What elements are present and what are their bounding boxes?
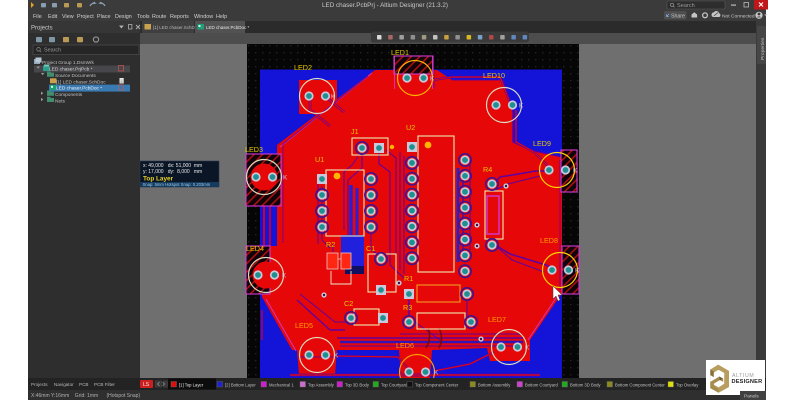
svg-text:Route: Route [152,14,166,20]
svg-text:[1] LED chaser.SchDoc: [1] LED chaser.SchDoc [56,79,106,85]
svg-text:Top Assembly: Top Assembly [308,382,335,387]
svg-text:[2] Bottom Layer: [2] Bottom Layer [225,382,256,387]
svg-text:Projects: Projects [31,26,53,32]
svg-text:Share: Share [671,14,685,20]
svg-text:K: K [434,370,439,377]
svg-text:[1] LED chaser.SchDoc: [1] LED chaser.SchDoc [153,25,200,30]
svg-text:Components: Components [55,92,83,98]
svg-text:View: View [62,14,74,20]
svg-text:Not Connected: Not Connected [722,13,755,19]
svg-text:LED4: LED4 [246,244,264,253]
svg-text:Window: Window [194,14,213,20]
svg-text:Source Documents: Source Documents [55,73,96,79]
svg-text:Snap: 5mm Hotspot Snap: 0.203m: Snap: 5mm Hotspot Snap: 0.203mm [143,182,211,187]
svg-text:File: File [33,14,42,20]
svg-text:K: K [525,345,530,352]
svg-text:Bottom Courtyard: Bottom Courtyard [525,382,558,387]
svg-text:LED2: LED2 [294,63,312,72]
svg-text:LED chaser.PrjPcb *: LED chaser.PrjPcb * [49,67,93,73]
svg-text:Panels: Panels [744,394,759,400]
svg-text:Top Component Center: Top Component Center [415,382,459,387]
svg-text:LS: LS [143,382,150,388]
svg-text:PCB Filter: PCB Filter [94,382,115,387]
svg-text:Bottom Assembly: Bottom Assembly [478,382,511,387]
svg-text:Place: Place [97,14,111,20]
svg-text:K: K [575,268,580,275]
svg-text:LED10: LED10 [483,71,505,80]
svg-text:Nets: Nets [55,98,65,104]
svg-text:X:46mm Y:16mm Grid: 1mm: X:46mm Y:16mm Grid: 1mm (Hotspot Snap) [31,393,140,399]
svg-text:LED6: LED6 [396,341,414,350]
svg-text:Reports: Reports [170,14,189,20]
svg-text:LED chaser.PcbDoc *: LED chaser.PcbDoc * [206,25,250,30]
svg-text:C1: C1 [366,244,375,253]
svg-text:Mechanical 1: Mechanical 1 [269,382,294,387]
svg-text:R4: R4 [483,165,492,174]
svg-text:y: 17,000 dy: 8,000 mm: y: 17,000 dy: 8,000 mm [143,169,202,175]
svg-text:K: K [519,103,524,110]
svg-text:Edit: Edit [48,14,58,20]
svg-text:LED5: LED5 [295,321,313,330]
svg-text:R1: R1 [404,274,413,283]
svg-text:LED chaser.PcbDoc *: LED chaser.PcbDoc * [56,86,102,92]
svg-text:LED9: LED9 [533,139,551,148]
svg-text:Project: Project [77,14,94,20]
svg-text:Top Courtyard: Top Courtyard [381,382,408,387]
svg-text:Top Overlay: Top Overlay [676,382,699,387]
svg-text:Design: Design [115,14,132,20]
svg-text:PCB: PCB [79,382,88,387]
svg-text:R2: R2 [326,240,335,249]
svg-text:Bottom Component Center: Bottom Component Center [615,382,665,387]
svg-text:Properties: Properties [760,37,766,60]
svg-text:LED8: LED8 [540,236,558,245]
svg-text:Tools: Tools [137,14,150,20]
svg-text:Search: Search [677,3,695,9]
svg-text:Navigator: Navigator [54,382,74,387]
svg-text:LED1: LED1 [391,48,409,57]
svg-text:C2: C2 [344,299,353,308]
svg-text:LED chaser.PcbPrj - Altium Des: LED chaser.PcbPrj - Altium Designer (21.… [322,2,448,9]
svg-text:Search: Search [44,48,61,54]
svg-text:K: K [430,76,435,83]
svg-text:DESIGNER: DESIGNER [732,379,763,385]
svg-text:J1: J1 [351,127,359,136]
svg-text:K: K [573,168,578,175]
svg-text:K: K [331,94,336,101]
svg-text:Projects: Projects [31,382,48,387]
svg-text:LED3: LED3 [245,145,263,154]
svg-text:K: K [282,273,287,280]
svg-text:Top 3D Body: Top 3D Body [345,382,370,387]
svg-text:U2: U2 [406,123,415,132]
svg-text:Bottom 3D Body: Bottom 3D Body [570,382,601,387]
svg-text:K: K [283,175,288,182]
svg-text:[1] Top Layer: [1] Top Layer [179,382,204,387]
svg-text:Help: Help [216,14,227,20]
svg-text:K: K [334,353,339,360]
svg-text:LED7: LED7 [488,315,506,324]
svg-text:Project Group 1.DsnWrk: Project Group 1.DsnWrk [42,60,94,66]
svg-text:R3: R3 [403,303,412,312]
svg-text:U1: U1 [315,155,324,164]
